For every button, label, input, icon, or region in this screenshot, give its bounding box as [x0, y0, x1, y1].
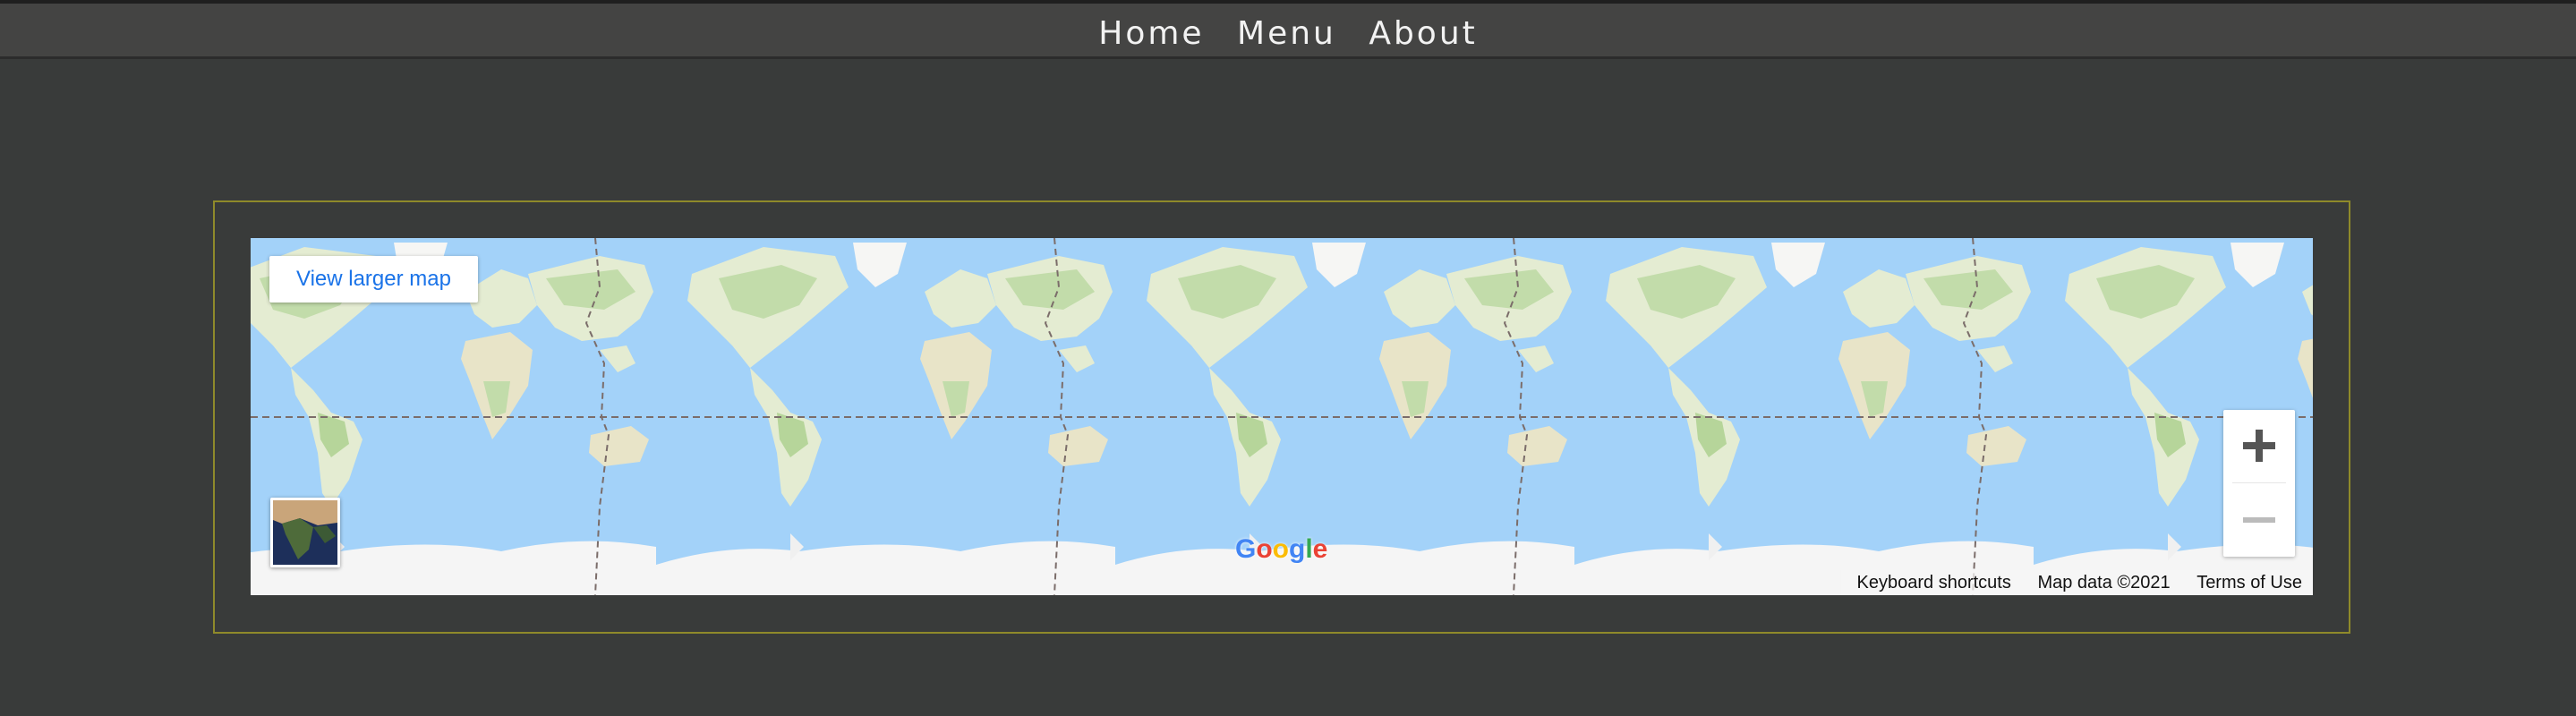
- plus-icon: [2243, 430, 2275, 462]
- terms-of-use-link[interactable]: Terms of Use: [2186, 570, 2313, 595]
- map-attribution-bar: Keyboard shortcuts Map data ©2021 Terms …: [1840, 570, 2313, 595]
- nav-link-menu[interactable]: Menu: [1237, 13, 1336, 55]
- logo-letter: l: [1305, 534, 1313, 564]
- zoom-out-button[interactable]: [2223, 485, 2295, 557]
- satellite-layer-thumbnail[interactable]: [270, 498, 340, 567]
- logo-letter: e: [1312, 534, 1328, 564]
- logo-letter: G: [1235, 534, 1257, 564]
- google-logo: Google: [1235, 534, 1327, 565]
- view-larger-map-link[interactable]: View larger map: [269, 256, 478, 303]
- nav-link-about[interactable]: About: [1369, 13, 1477, 55]
- embedded-google-map[interactable]: View larger map Google Keyboard shortcut…: [251, 238, 2313, 595]
- nav-menu: Home Menu About: [0, 13, 2576, 55]
- minus-icon: [2243, 517, 2275, 523]
- zoom-in-button[interactable]: [2223, 410, 2295, 482]
- nav-link-home[interactable]: Home: [1098, 13, 1204, 55]
- zoom-control: [2223, 410, 2295, 557]
- logo-letter: g: [1289, 534, 1306, 564]
- top-navigation-bar: Home Menu About: [0, 0, 2576, 59]
- keyboard-shortcuts-link[interactable]: Keyboard shortcuts: [1847, 570, 2022, 595]
- logo-letter: o: [1272, 534, 1289, 564]
- logo-letter: o: [1256, 534, 1273, 564]
- satellite-icon: [273, 500, 337, 565]
- zoom-divider: [2232, 482, 2286, 483]
- map-data-credit: Map data ©2021: [2037, 573, 2171, 592]
